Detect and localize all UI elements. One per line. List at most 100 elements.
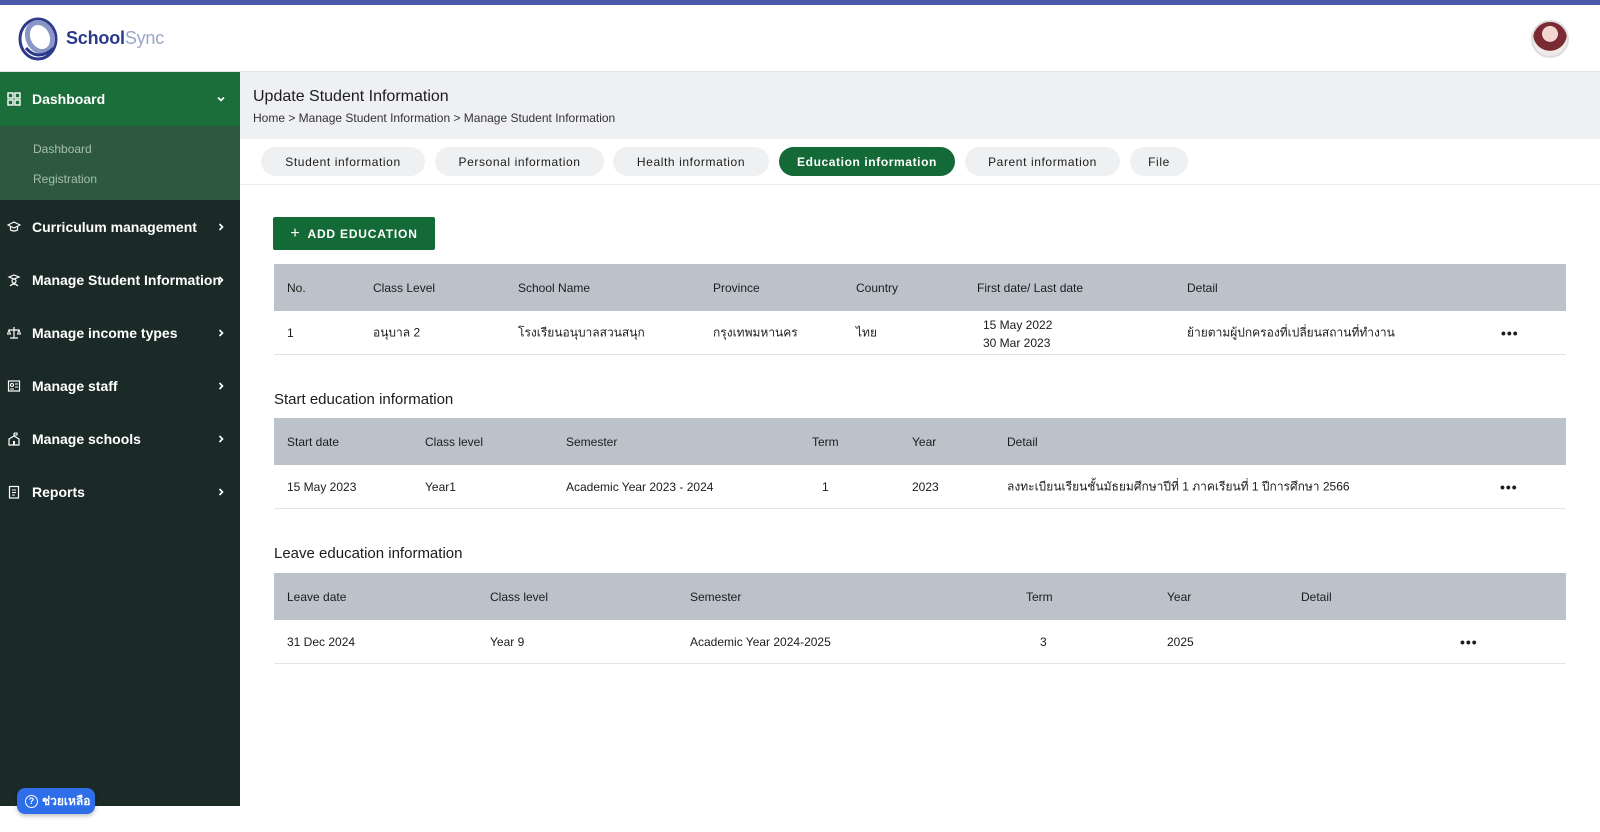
cell-year: 2023 xyxy=(912,479,939,494)
sidebar-item-label: Manage Student Information xyxy=(32,271,221,288)
user-avatar[interactable] xyxy=(1531,20,1569,58)
top-bar: SchoolSync xyxy=(0,5,1600,72)
brand-name: SchoolSync xyxy=(66,27,165,48)
table-row[interactable]: 15 May 2023 Year1 Academic Year 2023 - 2… xyxy=(274,465,1566,509)
scale-icon xyxy=(7,326,21,340)
sidebar-item-dashboard[interactable]: Dashboard xyxy=(0,72,240,126)
sidebar-item-manage-student[interactable]: Manage Student Information xyxy=(0,253,240,306)
tab-bar: Student information Personal information… xyxy=(240,139,1600,185)
chevron-right-icon xyxy=(218,328,224,337)
sidebar-item-manage-schools[interactable]: Manage schools xyxy=(0,412,240,465)
cell-start-date: 15 May 2023 xyxy=(287,479,357,494)
column-header: First date/ Last date xyxy=(977,280,1084,295)
table-header: Start date Class level Semester Term Yea… xyxy=(274,418,1566,465)
table-header: Leave date Class level Semester Term Yea… xyxy=(274,573,1566,620)
schoolsync-logo-icon xyxy=(18,17,58,61)
sidebar-item-reports[interactable]: Reports xyxy=(0,465,240,518)
more-options-icon[interactable]: ••• xyxy=(1501,325,1519,341)
sidebar-item-label: Dashboard xyxy=(32,91,106,107)
tab-file[interactable]: File xyxy=(1130,147,1188,176)
submenu-item-dashboard[interactable]: Dashboard xyxy=(0,142,240,172)
chevron-right-icon xyxy=(218,222,224,231)
more-options-icon[interactable]: ••• xyxy=(1460,634,1478,650)
sidebar-item-label: Curriculum management xyxy=(32,218,197,235)
cell-province: กรุงเทพมหานคร xyxy=(713,325,798,339)
cell-no: 1 xyxy=(287,325,294,340)
column-header: Class level xyxy=(425,434,484,449)
chevron-right-icon xyxy=(218,434,224,443)
column-header: Year xyxy=(912,434,937,449)
table-row[interactable]: 1 อนุบาล 2 โรงเรียนอนุบาลสวนสนุก กรุงเทพ… xyxy=(274,311,1566,355)
chevron-right-icon xyxy=(218,275,224,284)
help-button[interactable]: ? ช่วยเหลือ xyxy=(17,788,95,814)
leave-education-title: Leave education information xyxy=(274,545,463,562)
help-label: ช่วยเหลือ xyxy=(42,793,91,808)
column-header: Class Level xyxy=(373,280,436,295)
column-header: Detail xyxy=(1187,280,1218,295)
tab-health-information[interactable]: Health information xyxy=(613,147,769,176)
start-education-table: Start date Class level Semester Term Yea… xyxy=(274,418,1566,509)
tab-parent-information[interactable]: Parent information xyxy=(965,147,1120,176)
column-header: Semester xyxy=(690,589,742,604)
chevron-right-icon xyxy=(218,487,224,496)
dashboard-submenu: Dashboard Registration xyxy=(0,126,240,200)
student-icon xyxy=(7,273,21,287)
more-options-icon[interactable]: ••• xyxy=(1500,479,1518,495)
brand-logo[interactable]: SchoolSync xyxy=(16,14,164,62)
column-header: Semester xyxy=(566,434,618,449)
column-header: Leave date xyxy=(287,589,347,604)
start-education-title: Start education information xyxy=(274,391,454,408)
page-title: Update Student Information xyxy=(253,88,449,105)
sidebar: Dashboard Dashboard Registration Curricu… xyxy=(0,72,240,806)
graduation-cap-icon xyxy=(7,220,21,234)
column-header: Start date xyxy=(287,434,340,449)
column-header: Country xyxy=(856,280,899,295)
cell-last-date: 30 Mar 2023 xyxy=(983,336,1051,350)
tab-education-information[interactable]: Education information xyxy=(779,147,955,176)
grid-icon xyxy=(7,92,21,106)
table-row[interactable]: 31 Dec 2024 Year 9 Academic Year 2024-20… xyxy=(274,620,1566,664)
column-header: Detail xyxy=(1007,434,1038,449)
page-header: Update Student Information Home > Manage… xyxy=(240,72,1600,139)
sidebar-item-label: Reports xyxy=(32,483,85,500)
leave-education-table: Leave date Class level Semester Term Yea… xyxy=(274,573,1566,664)
cell-first-date: 15 May 2022 xyxy=(983,318,1053,332)
cell-school-name: โรงเรียนอนุบาลสวนสนุก xyxy=(518,325,645,339)
cell-semester: Academic Year 2024-2025 xyxy=(690,634,831,649)
cell-detail: ย้ายตามผู้ปกครองที่เปลี่ยนสถานที่ทำงาน xyxy=(1187,325,1395,339)
plus-icon: + xyxy=(290,224,301,242)
cell-country: ไทย xyxy=(856,325,877,339)
breadcrumb[interactable]: Home > Manage Student Information > Mana… xyxy=(253,111,615,125)
column-header: Term xyxy=(812,434,839,449)
submenu-item-registration[interactable]: Registration xyxy=(0,172,240,202)
add-education-button[interactable]: + ADD EDUCATION xyxy=(273,217,435,250)
sidebar-item-curriculum[interactable]: Curriculum management xyxy=(0,200,240,253)
sidebar-item-label: Manage income types xyxy=(32,324,178,341)
add-education-label: ADD EDUCATION xyxy=(307,226,418,241)
column-header: School Name xyxy=(518,280,591,295)
help-icon: ? xyxy=(25,794,38,808)
cell-semester: Academic Year 2023 - 2024 xyxy=(566,479,714,494)
column-header: Province xyxy=(713,280,760,295)
cell-class-level: อนุบาล 2 xyxy=(373,325,421,339)
sidebar-item-label: Manage staff xyxy=(32,377,118,394)
column-header: Term xyxy=(1026,589,1053,604)
tab-personal-information[interactable]: Personal information xyxy=(435,147,604,176)
column-header: Year xyxy=(1167,589,1192,604)
sidebar-item-income-types[interactable]: Manage income types xyxy=(0,306,240,359)
report-icon xyxy=(7,485,21,499)
cell-year: 2025 xyxy=(1167,634,1194,649)
tab-student-information[interactable]: Student information xyxy=(261,147,425,176)
column-header: No. xyxy=(287,280,306,295)
education-table: No. Class Level School Name Province Cou… xyxy=(274,264,1566,355)
sidebar-item-label: Manage schools xyxy=(32,430,141,447)
school-icon xyxy=(7,431,21,446)
cell-class-level: Year 9 xyxy=(490,634,525,649)
cell-detail: ลงทะเบียนเรียนชั้นมัธยมศึกษาปีที่ 1 ภาคเ… xyxy=(1007,479,1350,493)
sidebar-item-manage-staff[interactable]: Manage staff xyxy=(0,359,240,412)
chevron-right-icon xyxy=(218,381,224,390)
table-header: No. Class Level School Name Province Cou… xyxy=(274,264,1566,311)
cell-leave-date: 31 Dec 2024 xyxy=(287,634,356,649)
cell-class-level: Year1 xyxy=(425,479,456,494)
staff-badge-icon xyxy=(7,379,21,393)
